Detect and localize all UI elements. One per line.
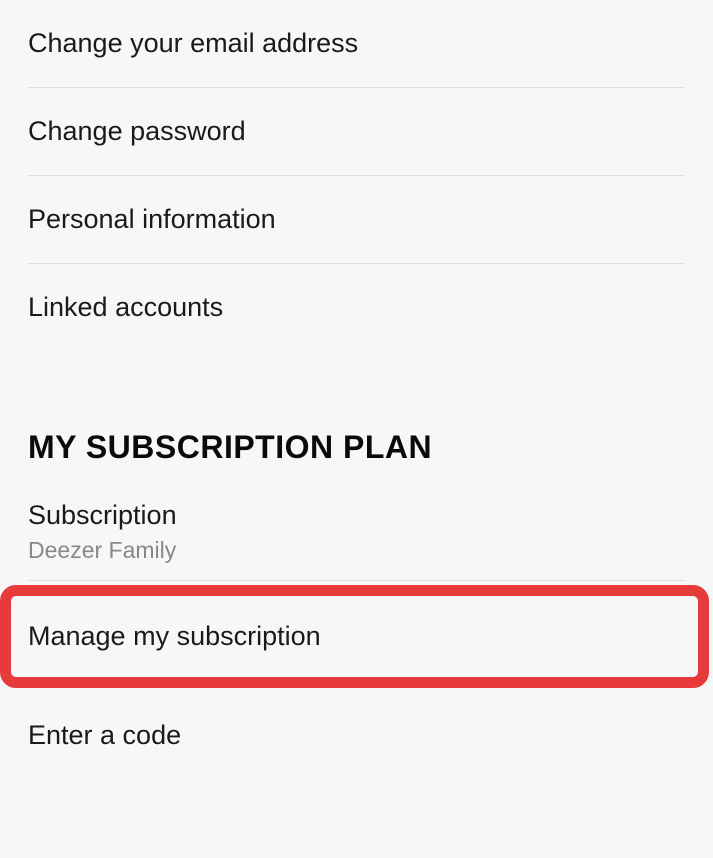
change-password-label: Change password [28,116,685,147]
manage-subscription-item[interactable]: Manage my subscription [28,581,685,692]
manage-subscription-label: Manage my subscription [28,621,685,652]
subscription-plan: Deezer Family [28,537,685,564]
linked-accounts-label: Linked accounts [28,292,685,323]
personal-info-label: Personal information [28,204,685,235]
change-email-label: Change your email address [28,28,685,59]
enter-code-label: Enter a code [28,720,685,751]
change-password-item[interactable]: Change password [28,88,685,176]
change-email-item[interactable]: Change your email address [28,0,685,88]
enter-code-item[interactable]: Enter a code [28,692,685,779]
manage-subscription-highlight: Manage my subscription [0,581,713,692]
subscription-item[interactable]: Subscription Deezer Family [28,476,685,581]
subscription-section-header: MY SUBSCRIPTION PLAN [28,351,685,476]
subscription-label: Subscription [28,500,685,531]
personal-info-item[interactable]: Personal information [28,176,685,264]
linked-accounts-item[interactable]: Linked accounts [28,264,685,351]
